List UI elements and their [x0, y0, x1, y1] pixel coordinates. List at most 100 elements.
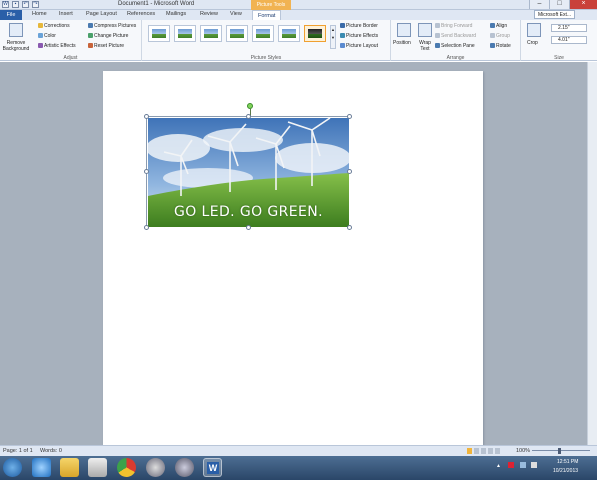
tab-insert[interactable]: Insert: [59, 11, 73, 17]
app-icon-2[interactable]: [175, 458, 194, 477]
resize-handle-sw[interactable]: [143, 224, 149, 230]
volume-icon[interactable]: [531, 462, 537, 468]
vertical-scrollbar[interactable]: [587, 62, 597, 445]
web-layout-view-icon[interactable]: [481, 448, 486, 454]
file-explorer-icon[interactable]: [60, 458, 79, 477]
reset-picture-button[interactable]: Reset Picture: [88, 43, 124, 49]
corrections-button[interactable]: Corrections: [38, 23, 70, 29]
picture-style-6[interactable]: [278, 25, 300, 42]
ribbon: Remove Background Corrections Color Arti…: [0, 20, 597, 61]
change-picture-icon: [88, 33, 93, 39]
rotate-icon: [490, 43, 495, 49]
tab-file[interactable]: File: [0, 10, 22, 20]
bring-forward-button[interactable]: Bring Forward: [435, 23, 472, 29]
internet-explorer-icon[interactable]: [32, 458, 51, 477]
word-app-icon[interactable]: W: [2, 1, 9, 8]
zoom-slider-thumb[interactable]: [558, 448, 561, 454]
full-screen-view-icon[interactable]: [474, 448, 479, 454]
undo-icon[interactable]: ↶: [22, 1, 29, 8]
resize-handle-e[interactable]: [346, 168, 352, 174]
network-icon[interactable]: [520, 462, 526, 468]
app-icon-1[interactable]: [146, 458, 165, 477]
align-button[interactable]: Align: [490, 23, 507, 29]
minimize-button[interactable]: –: [529, 0, 549, 9]
reset-icon: [88, 43, 93, 49]
rotate-button[interactable]: Rotate: [490, 43, 511, 49]
close-button[interactable]: ×: [569, 0, 597, 9]
tray-alert-icon[interactable]: [508, 462, 514, 468]
start-button[interactable]: [3, 458, 22, 477]
view-buttons: [467, 448, 507, 454]
remove-background-icon: [9, 23, 23, 37]
tab-page-layout[interactable]: Page Layout: [86, 11, 117, 17]
picture-style-2[interactable]: [174, 25, 196, 42]
resize-handle-nw[interactable]: [143, 113, 149, 119]
outline-view-icon[interactable]: [488, 448, 493, 454]
selection-pane-icon: [435, 43, 440, 49]
page-count[interactable]: Page: 1 of 1: [3, 448, 33, 454]
clock-date[interactable]: 10/21/2013: [553, 468, 578, 474]
tab-format[interactable]: Format: [252, 10, 282, 20]
tab-mailings[interactable]: Mailings: [166, 11, 186, 17]
save-icon[interactable]: ▪: [12, 1, 19, 8]
word-taskbar-icon[interactable]: W: [203, 458, 222, 477]
send-backward-button[interactable]: Send Backward: [435, 33, 476, 39]
redo-icon[interactable]: ↷: [32, 1, 39, 8]
styles-gallery-scroll[interactable]: ▲ ▼: [330, 25, 336, 49]
resize-handle-s[interactable]: [245, 224, 251, 230]
maximize-button[interactable]: □: [549, 0, 569, 9]
zoom-slider[interactable]: [532, 450, 590, 451]
picture-styles-group-label: Picture Styles: [250, 55, 282, 61]
tab-review[interactable]: Review: [200, 11, 218, 17]
selected-picture-frame[interactable]: GO LED. GO GREEN.: [146, 116, 349, 227]
send-backward-icon: [435, 33, 440, 39]
tab-references[interactable]: References: [127, 11, 155, 17]
zoom-level[interactable]: 100%: [516, 448, 530, 454]
position-button[interactable]: Position: [393, 40, 411, 46]
ribbon-tabs: File Home Insert Page Layout References …: [0, 10, 597, 20]
picture-style-7[interactable]: [304, 25, 326, 42]
picture-layout-button[interactable]: Picture Layout: [340, 43, 378, 49]
draft-view-icon[interactable]: [495, 448, 500, 454]
picture-style-5[interactable]: [252, 25, 274, 42]
clock-time[interactable]: 12:51 PM: [557, 459, 578, 465]
picture-effects-button[interactable]: Picture Effects: [340, 33, 378, 39]
print-layout-view-icon[interactable]: [467, 448, 472, 454]
artistic-effects-button[interactable]: Artistic Effects: [38, 43, 76, 49]
color-button[interactable]: Color: [38, 33, 56, 39]
crop-button[interactable]: Crop: [527, 40, 538, 46]
rotate-handle[interactable]: [247, 103, 253, 109]
tab-home[interactable]: Home: [32, 11, 47, 17]
width-field[interactable]: 4.01": [551, 36, 587, 44]
resize-handle-se[interactable]: [346, 224, 352, 230]
show-hidden-icons[interactable]: ▲: [496, 463, 501, 469]
picture-style-1[interactable]: [148, 25, 170, 42]
tab-view[interactable]: View: [230, 11, 242, 17]
window-title: Document1 - Microsoft Word: [118, 1, 195, 7]
picture-tools-label: Picture Tools: [251, 0, 291, 10]
word-count[interactable]: Words: 0: [40, 448, 62, 454]
picture-styles-group: ▲ ▼ Picture Border Picture Effects Pictur…: [142, 20, 391, 61]
picture-style-3[interactable]: [200, 25, 222, 42]
account-button[interactable]: Microsoft Ext...: [533, 10, 575, 19]
adjust-group: Remove Background Corrections Color Arti…: [0, 20, 142, 61]
resize-handle-n[interactable]: [245, 113, 251, 119]
wrap-text-button[interactable]: Wrap Text: [417, 40, 433, 52]
layout-icon: [340, 43, 345, 49]
wind-turbine-picture[interactable]: GO LED. GO GREEN.: [148, 118, 349, 227]
sun-icon: [38, 23, 43, 29]
picture-style-4[interactable]: [226, 25, 248, 42]
compress-pictures-button[interactable]: Compress Pictures: [88, 23, 136, 29]
media-player-icon[interactable]: [88, 458, 107, 477]
change-picture-button[interactable]: Change Picture: [88, 33, 128, 39]
remove-background-button[interactable]: Remove Background: [2, 40, 30, 52]
resize-handle-ne[interactable]: [346, 113, 352, 119]
group-button[interactable]: Group: [490, 33, 510, 39]
height-field[interactable]: 2.15": [551, 24, 587, 32]
picture-border-button[interactable]: Picture Border: [340, 23, 378, 29]
effects-icon: [340, 33, 345, 39]
wrap-text-icon: [418, 23, 432, 37]
chrome-icon[interactable]: [117, 458, 136, 477]
selection-pane-button[interactable]: Selection Pane: [435, 43, 475, 49]
resize-handle-w[interactable]: [143, 168, 149, 174]
